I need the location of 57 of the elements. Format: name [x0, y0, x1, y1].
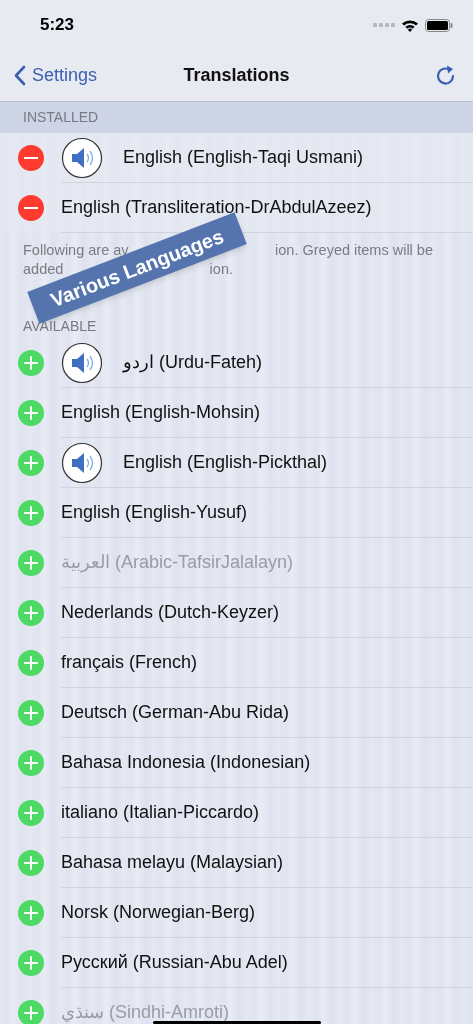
chevron-left-icon — [14, 65, 26, 86]
translation-label: Bahasa melayu (Malaysian) — [61, 851, 284, 874]
battery-icon — [425, 18, 453, 32]
speaker-icon — [61, 341, 103, 384]
plus-icon — [24, 806, 38, 820]
plus-icon — [24, 656, 38, 670]
plus-icon — [24, 1006, 38, 1020]
plus-icon — [24, 756, 38, 770]
translation-label: français (French) — [61, 651, 198, 674]
minus-icon — [24, 157, 38, 159]
plus-icon — [24, 356, 38, 370]
add-button[interactable] — [18, 850, 44, 876]
add-button[interactable] — [18, 700, 44, 726]
minus-icon — [24, 207, 38, 209]
nav-title: Translations — [183, 64, 290, 87]
signal-icon — [373, 22, 395, 28]
plus-icon — [24, 706, 38, 720]
add-button[interactable] — [18, 800, 44, 826]
plus-icon — [24, 906, 38, 920]
plus-icon — [24, 506, 38, 520]
translation-label: Deutsch (German-Abu Rida) — [61, 701, 290, 724]
speaker-icon — [61, 441, 103, 484]
translation-label: italiano (Italian-Piccardo) — [61, 801, 260, 824]
plus-icon — [24, 856, 38, 870]
status-time: 5:23 — [40, 14, 75, 37]
add-button[interactable] — [18, 350, 44, 376]
speaker-icon — [61, 136, 103, 179]
add-button[interactable] — [18, 400, 44, 426]
section-header: INSTALLED — [23, 108, 99, 127]
translation-label: English (English-Yusuf) — [61, 501, 248, 524]
translation-label: English (English-Mohsin) — [61, 401, 261, 424]
translation-label: Русский (Russian-Abu Adel) — [61, 951, 288, 974]
translation-label: Nederlands (Dutch-Keyzer) — [61, 601, 280, 624]
remove-button[interactable] — [18, 145, 44, 171]
plus-icon — [24, 406, 38, 420]
wifi-icon — [401, 18, 419, 32]
translation-label: سنڌي (Sindhi-Amroti) — [61, 1001, 230, 1024]
translation-label: Norsk (Norwegian-Berg) — [61, 901, 256, 924]
plus-icon — [24, 556, 38, 570]
add-button[interactable] — [18, 650, 44, 676]
add-button[interactable] — [18, 950, 44, 976]
back-button[interactable]: Settings — [14, 62, 98, 89]
add-button[interactable] — [18, 900, 44, 926]
add-button[interactable] — [18, 600, 44, 626]
add-button[interactable] — [18, 500, 44, 526]
remove-button[interactable] — [18, 195, 44, 221]
translation-label: English (English-Pickthal) — [123, 451, 328, 474]
add-button[interactable] — [18, 450, 44, 476]
plus-icon — [24, 456, 38, 470]
translation-label: اردو (Urdu-Fateh) — [123, 351, 263, 375]
plus-icon — [24, 606, 38, 620]
footnote-text: ion. Greyed items will be — [275, 241, 433, 260]
translation-label: English (English-Taqi Usmani) — [123, 146, 364, 169]
add-button[interactable] — [18, 750, 44, 776]
translation-label: العربية (Arabic-TafsirJalalayn) — [61, 551, 294, 575]
translation-label: Bahasa Indonesia (Indonesian) — [61, 751, 311, 774]
plus-icon — [24, 956, 38, 970]
